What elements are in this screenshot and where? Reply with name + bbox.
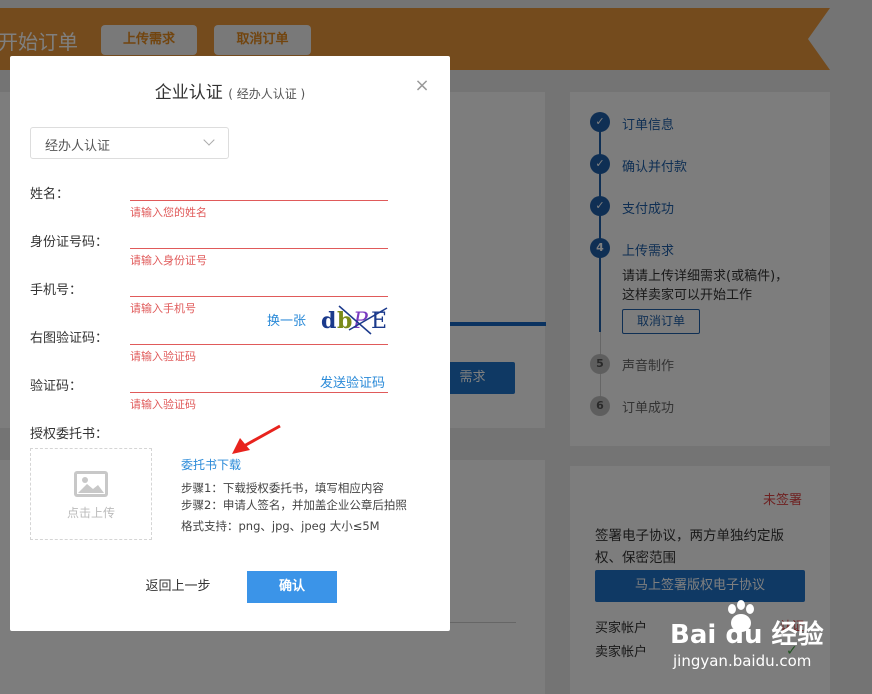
sms-code-underline xyxy=(130,392,388,393)
modal-title-text: 企业认证 xyxy=(154,83,223,103)
phone-label: 手机号： xyxy=(30,283,83,298)
chevron-down-icon xyxy=(203,134,215,146)
arrow-shaft xyxy=(243,424,281,448)
phone-field[interactable] xyxy=(130,272,388,296)
arrow-head xyxy=(232,438,250,454)
id-number-underline xyxy=(130,248,388,249)
download-template-link[interactable]: 委托书下载 xyxy=(181,456,241,473)
step2-note: 步骤2：申请人签名，并加盖企业公章后拍照 xyxy=(181,498,407,512)
image-icon-glyph xyxy=(77,474,105,494)
confirm-button[interactable]: 确认 xyxy=(247,571,337,603)
paw-toe xyxy=(737,600,745,610)
image-icon-sun xyxy=(82,477,88,483)
close-icon[interactable]: × xyxy=(412,76,432,96)
id-number-label: 身份证号码： xyxy=(30,235,109,250)
verification-type-select[interactable]: 经办人认证 xyxy=(30,127,229,159)
modal-title: 企业认证 ( 经办人认证 ) xyxy=(10,78,450,103)
sms-code-field[interactable] xyxy=(130,368,310,392)
phone-error: 请输入手机号 xyxy=(130,302,196,315)
captcha-label: 右图验证码： xyxy=(30,331,109,346)
paw-toe xyxy=(746,604,754,614)
phone-underline xyxy=(130,296,388,297)
watermark-brand: Bai du 经验 xyxy=(670,620,824,650)
captcha-field[interactable] xyxy=(130,320,260,344)
name-error: 请输入您的姓名 xyxy=(130,206,207,219)
enterprise-verification-modal: 企业认证 ( 经办人认证 ) × 经办人认证 姓名： 请输入您的姓名 身份证号码… xyxy=(10,56,450,631)
back-button[interactable]: 返回上一步 xyxy=(130,571,226,603)
captcha-underline xyxy=(130,344,388,345)
authorization-label: 授权委托书： xyxy=(30,427,109,442)
format-note: 格式支持：png、jpg、jpeg 大小≤5M xyxy=(181,519,380,533)
refresh-captcha-link[interactable]: 换一张 xyxy=(267,310,306,329)
step1-note: 步骤1：下载授权委托书，填写相应内容 xyxy=(181,481,384,495)
id-number-error: 请输入身份证号 xyxy=(130,254,207,267)
send-code-link[interactable]: 发送验证码 xyxy=(320,372,385,391)
sms-code-label: 验证码： xyxy=(30,379,83,394)
watermark-url: jingyan.baidu.com xyxy=(673,652,812,670)
id-number-field[interactable] xyxy=(130,224,388,248)
sms-code-error: 请输入验证码 xyxy=(130,398,196,411)
image-icon xyxy=(74,471,108,497)
captcha-image[interactable]: d b P E xyxy=(321,304,391,336)
upload-box[interactable]: 点击上传 xyxy=(30,448,152,540)
name-field[interactable] xyxy=(130,176,388,200)
modal-subtitle: ( 经办人认证 ) xyxy=(228,87,306,101)
select-value: 经办人认证 xyxy=(45,139,111,154)
captcha-error: 请输入验证码 xyxy=(130,350,196,363)
captcha-char: d xyxy=(321,308,336,334)
arrow-annotation-icon xyxy=(232,424,281,454)
name-underline xyxy=(130,200,388,201)
upload-text: 点击上传 xyxy=(66,506,115,520)
name-label: 姓名： xyxy=(30,187,70,202)
paw-toe xyxy=(728,604,736,614)
